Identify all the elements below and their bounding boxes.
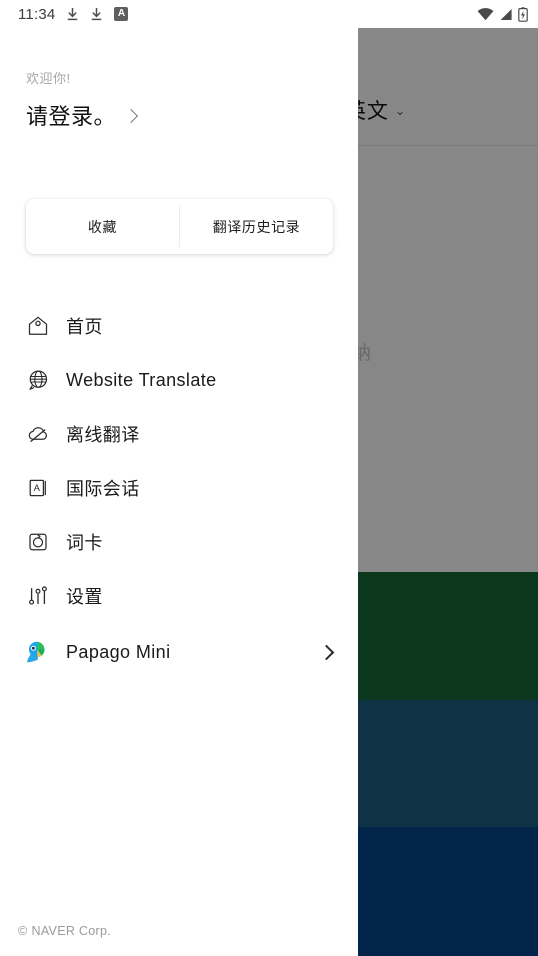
translation-history-button[interactable]: 翻译历史记录	[180, 199, 333, 254]
phrasebook-icon: A	[24, 474, 52, 502]
menu-item-phrasebook[interactable]: A 国际会话	[0, 461, 358, 515]
download-icon	[92, 8, 102, 21]
quick-actions-card: 收藏 翻译历史记录	[26, 199, 333, 254]
greeting-section: 欢迎你! 请登录。	[26, 68, 139, 131]
login-prompt-text: 请登录。	[26, 104, 117, 129]
svg-text:A: A	[34, 482, 41, 493]
favorites-button[interactable]: 收藏	[26, 199, 179, 254]
status-time: 11:34	[18, 5, 56, 23]
footer-text: NAVER Corp.	[31, 924, 111, 938]
menu-item-home[interactable]: 首页	[0, 299, 358, 353]
login-row[interactable]: 请登录。	[26, 99, 139, 131]
drawer-menu: 首页 Website Translate 离线翻译 A 国际会话 词卡 设置 P…	[0, 299, 358, 679]
menu-item-word-card[interactable]: 词卡	[0, 515, 358, 569]
word-card-icon	[24, 528, 52, 556]
papago-parrot-icon	[24, 638, 52, 666]
home-icon	[24, 312, 52, 340]
status-bar-left: 11:34 A	[18, 5, 129, 23]
menu-item-label: Website Translate	[66, 369, 217, 390]
menu-item-offline-translate[interactable]: 离线翻译	[0, 407, 358, 461]
cellular-signal-icon	[500, 8, 512, 20]
menu-item-website-translate[interactable]: Website Translate	[0, 353, 358, 407]
globe-translate-icon	[24, 366, 52, 394]
battery-charging-icon	[518, 6, 528, 22]
drawer-footer: © NAVER Corp.	[18, 924, 111, 938]
menu-item-label: 设置	[66, 587, 103, 607]
download-icon	[68, 8, 78, 21]
cloud-off-icon	[24, 420, 52, 448]
welcome-text: 欢迎你!	[26, 71, 71, 86]
menu-item-label: 首页	[66, 317, 103, 337]
menu-item-label: 国际会话	[66, 479, 140, 499]
a-badge-icon: A	[114, 7, 129, 21]
chevron-right-icon	[318, 644, 335, 660]
menu-item-settings[interactable]: 设置	[0, 569, 358, 623]
wifi-icon	[477, 7, 494, 20]
menu-item-label: 离线翻译	[66, 425, 140, 445]
navigation-drawer: 欢迎你! 请登录。 收藏 翻译历史记录 首页 Website Translate…	[0, 28, 358, 956]
copyright-icon: ©	[18, 924, 28, 938]
status-bar: 11:34 A	[0, 0, 538, 28]
chevron-right-icon	[123, 108, 139, 124]
menu-item-papago-mini[interactable]: Papago Mini	[0, 625, 358, 679]
menu-item-label: 词卡	[66, 533, 103, 553]
status-bar-right	[477, 6, 528, 22]
phone-screen: 英文 ⌄ 纳 欢迎你! 请登录。 收藏 翻译历史记录 首页 Website Tr…	[0, 0, 538, 956]
settings-sliders-icon	[24, 582, 52, 610]
menu-item-label: Papago Mini	[66, 641, 171, 662]
